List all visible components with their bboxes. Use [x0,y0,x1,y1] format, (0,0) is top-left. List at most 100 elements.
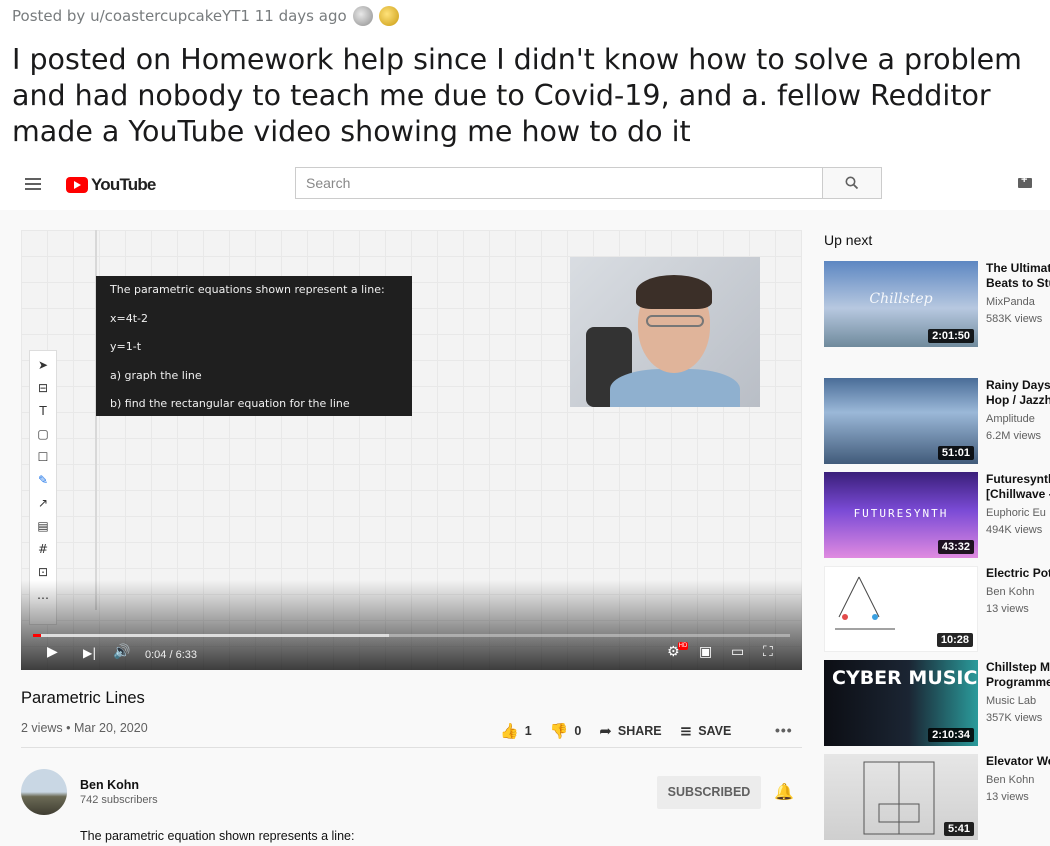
duration-badge: 43:32 [937,540,974,554]
recommendation-views: 583K views [986,313,1043,325]
recommendation-thumbnail[interactable]: 5:41 [824,754,978,840]
like-count: 1 [524,724,532,738]
save-button[interactable]: ≡ SAVE [680,722,732,740]
recommendation-views: 13 views [986,603,1029,615]
equation-line: a) graph the line [110,368,202,382]
duration-badge: 51:01 [937,446,974,460]
recommendation-channel: Ben Kohn [986,586,1035,598]
recommendation-channel: Amplitude [986,413,1035,425]
youtube-header: YouTube Search [0,158,1050,210]
duration-badge: 5:41 [943,822,974,836]
notification-bell-icon[interactable]: 🔔 [774,782,794,801]
channel-subscribers: 742 subscribers [80,794,158,806]
duration-badge: 10:28 [936,633,973,647]
divider [21,747,802,748]
progress-played [33,634,41,637]
recommendation-thumbnail[interactable]: FUTURESYNTH 43:32 [824,472,978,558]
post-title[interactable]: I posted on Homework help since I didn't… [12,42,1042,150]
thumbnail-text: Chillstep [869,291,933,307]
channel-avatar[interactable] [21,769,67,815]
share-label: SHARE [617,724,662,738]
equation-line: y=1-t [110,340,142,353]
recommendation-views: 6.2M views [986,430,1042,442]
video-player[interactable]: ➤ ⊟ T ▢ ☐ ✎ ↗ ▤ # ⊡ … The parametric equ… [21,230,802,670]
create-video-icon[interactable] [1018,174,1032,188]
thumbs-up-icon: 👍 [500,722,519,740]
comment-icon[interactable]: ▤ [37,518,48,534]
recommendation-title[interactable]: Elevator We [986,754,1050,769]
thumbs-down-icon: 👎 [549,722,569,740]
equation-line: The parametric equations shown represent… [110,283,385,296]
miniplayer-icon[interactable]: ▣ [699,644,712,660]
recommendation-item[interactable]: FUTURESYNTH 43:32 Futuresynth [Chillwave … [824,472,1050,562]
frame-icon[interactable]: # [38,541,48,557]
menu-icon[interactable] [25,178,41,190]
video-description: The parametric equation shown represents… [80,829,355,843]
silver-award-icon[interactable] [352,6,373,26]
dislike-button[interactable]: 👎 0 [550,722,582,740]
post-meta-text: Posted by u/coastercupcakeYT1 11 days ag… [12,7,347,25]
next-icon[interactable]: ▶| [83,646,96,660]
recommendation-thumbnail[interactable]: 51:01 [824,378,978,464]
recommendation-item[interactable]: 51:01 Rainy Days Hop / Jazzh Amplitude 6.… [824,378,1050,468]
upload-icon[interactable]: ⊡ [38,564,48,580]
recommendation-item[interactable]: CYBER MUSIC 2:10:34 Chillstep M Programme… [824,660,1050,750]
recommendation-channel: Euphoric Eu [986,507,1046,519]
dislike-count: 0 [574,724,582,738]
video-actions: 👍 1 👎 0 ➦ SHARE ≡ SAVE [500,722,749,740]
duration-badge: 2:10:34 [928,728,974,742]
note-icon[interactable]: ▢ [37,426,48,442]
pencil-icon[interactable]: ✎ [38,472,48,488]
recommendation-thumbnail[interactable]: 10:28 [824,566,978,652]
pointer-icon[interactable]: ➤ [38,357,48,373]
like-button[interactable]: 👍 1 [500,722,532,740]
recommendation-item[interactable]: 5:41 Elevator We Ben Kohn 13 views [824,754,1050,844]
search-input[interactable]: Search [295,167,823,199]
recommendation-title[interactable]: Electric Pot [986,566,1050,581]
youtube-logo[interactable]: YouTube [66,175,156,195]
thumbnail-text: FUTURESYNTH [853,507,949,520]
recommendation-views: 494K views [986,524,1043,536]
search-icon [845,176,859,190]
video-meta: 2 views • Mar 20, 2020 [21,721,148,735]
youtube-logo-text: YouTube [91,175,156,194]
webcam-shirt [610,369,740,407]
arrow-icon[interactable]: ↗ [38,495,48,511]
share-button[interactable]: ➦ SHARE [599,722,661,740]
recommendation-title[interactable]: Futuresynth [Chillwave - [986,472,1050,502]
duration-badge: 2:01:50 [928,329,974,343]
recommendation-item[interactable]: Chillstep 2:01:50 The Ultimat Beats to St… [824,261,1050,351]
theater-icon[interactable]: ▭ [731,644,744,660]
shape-icon[interactable]: ☐ [38,449,49,465]
volume-icon[interactable]: 🔊 [113,644,130,660]
recommendation-channel: Music Lab [986,695,1037,707]
recommendation-thumbnail[interactable]: CYBER MUSIC 2:10:34 [824,660,978,746]
recommendation-channel: Ben Kohn [986,774,1035,786]
recommendation-title[interactable]: Rainy Days Hop / Jazzh [986,378,1050,408]
channel-name[interactable]: Ben Kohn [80,778,139,792]
video-title: Parametric Lines [21,689,145,707]
fullscreen-icon[interactable]: ⛶ [763,644,773,660]
post-meta: Posted by u/coastercupcakeYT1 11 days ag… [12,6,399,26]
play-icon[interactable]: ▶ [47,644,58,660]
recommendation-views: 357K views [986,712,1043,724]
search-button[interactable] [822,167,882,199]
subscribed-button[interactable]: SUBSCRIBED [657,776,761,809]
hd-badge: HD [678,642,688,650]
youtube-play-icon [66,177,88,193]
recommendation-views: 13 views [986,791,1029,803]
text-tool-icon[interactable]: T [39,403,46,419]
progress-buffer [33,634,389,637]
more-actions-icon[interactable]: ••• [775,722,793,738]
recommendation-title[interactable]: Chillstep M Programme [986,660,1050,690]
recommendation-title[interactable]: The Ultimat Beats to Stu [986,261,1050,291]
gold-award-icon[interactable] [378,6,399,26]
recommendation-channel: MixPanda [986,296,1035,308]
time-display: 0:04 / 6:33 [145,649,197,661]
layout-icon[interactable]: ⊟ [38,380,48,396]
recommendation-thumbnail[interactable]: Chillstep 2:01:50 [824,261,978,347]
equation-line: b) find the rectangular equation for the… [110,397,350,410]
progress-bar[interactable] [33,634,790,637]
recommendation-item[interactable]: 10:28 Electric Pot Ben Kohn 13 views [824,566,1050,656]
thumbnail-text: CYBER MUSIC [832,667,978,689]
